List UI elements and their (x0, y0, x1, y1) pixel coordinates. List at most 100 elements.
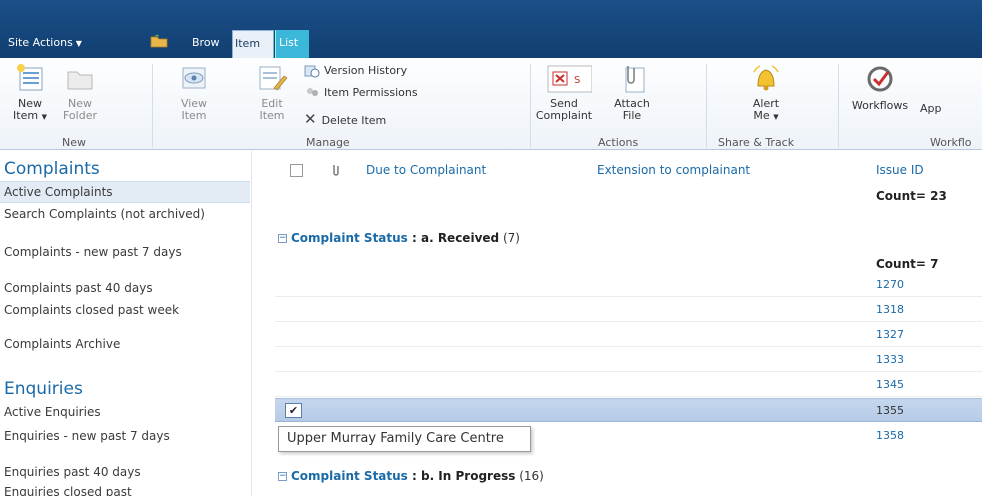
table-row[interactable]: 1345 (275, 373, 982, 397)
nav-item-complaints-archive[interactable]: Complaints Archive (0, 337, 250, 351)
workflows-icon (867, 66, 893, 92)
ribbon-separator (152, 64, 153, 148)
svg-text:S: S (574, 75, 580, 86)
group-label-workflows: Workflo (930, 136, 972, 149)
workflows-label: Workflows (851, 99, 909, 112)
column-header-due[interactable]: Due to Complainant (366, 163, 486, 177)
workflows-button[interactable]: Workflows (848, 62, 912, 112)
top-bar: Site Actions ▼ Brow Item List (0, 0, 982, 58)
new-folder-label-2: Folder (63, 109, 97, 122)
new-item-label-2: Item (13, 109, 39, 122)
hover-tooltip: Upper Murray Family Care Centre (278, 426, 531, 452)
group-value: a. Received (420, 231, 500, 245)
group-count-total: Count= 7 (876, 257, 939, 271)
column-header-extension[interactable]: Extension to complainant (597, 163, 750, 177)
total-count: Count= 23 (876, 189, 947, 203)
issue-id-link[interactable]: 1270 (876, 278, 904, 291)
item-permissions-button[interactable]: Item Permissions (304, 86, 418, 100)
site-actions-label: Site Actions (8, 36, 73, 49)
nav-item-search-complaints[interactable]: Search Complaints (not archived) (0, 207, 250, 221)
bell-icon (753, 65, 779, 91)
new-folder-button[interactable]: New Folder (58, 62, 102, 122)
edit-item-icon (259, 66, 288, 91)
version-history-icon (304, 65, 320, 78)
tab-item[interactable]: Item (232, 30, 274, 58)
group-label-new: New (62, 136, 86, 149)
approve-button[interactable]: App (920, 102, 942, 115)
table-row-selected[interactable]: ✔ 1355 (275, 398, 982, 422)
group-field-label: Complaint Status (291, 231, 408, 245)
nav-item-complaints-new-7-days[interactable]: Complaints - new past 7 days (0, 245, 250, 259)
group-value: b. In Progress (420, 469, 516, 483)
issue-id-link[interactable]: 1358 (876, 429, 904, 442)
new-folder-icon (67, 71, 93, 90)
delete-item-label: Delete Item (321, 114, 387, 127)
delete-x-icon: ✕ (304, 110, 317, 128)
chevron-down-icon: ▼ (75, 39, 82, 48)
nav-item-active-enquiries[interactable]: Active Enquiries (0, 405, 250, 419)
permissions-icon (307, 88, 318, 96)
column-header-issue-id[interactable]: Issue ID (876, 163, 924, 177)
tab-browse[interactable]: Brow (192, 36, 230, 49)
nav-heading-enquiries[interactable]: Enquiries (4, 379, 83, 399)
new-item-button[interactable]: New Item ▼ (10, 62, 50, 123)
row-checkbox-checked[interactable]: ✔ (285, 403, 302, 418)
collapse-icon[interactable]: − (278, 234, 287, 243)
table-row[interactable]: 1327 (275, 323, 982, 347)
issue-id-link[interactable]: 1355 (876, 404, 904, 417)
nav-item-enquiries-closed[interactable]: Enquiries closed past (0, 485, 250, 496)
nav-item-complaints-40-days[interactable]: Complaints past 40 days (0, 281, 250, 295)
tab-list[interactable]: List (275, 30, 309, 58)
ribbon-separator (838, 64, 839, 148)
chevron-down-icon: ▼ (773, 113, 779, 121)
ribbon-separator (706, 64, 707, 148)
group-separator: : (407, 469, 421, 483)
site-actions-menu[interactable]: Site Actions ▼ (8, 36, 82, 49)
group-label-actions: Actions (598, 136, 639, 149)
nav-item-enquiries-40-days[interactable]: Enquiries past 40 days (0, 465, 250, 479)
send-complaint-icon: S (547, 65, 592, 93)
list-view: Due to Complainant Extension to complain… (253, 151, 982, 496)
issue-id-link[interactable]: 1327 (876, 328, 904, 341)
issue-id-link[interactable]: 1345 (876, 378, 904, 391)
group-label-manage: Manage (306, 136, 350, 149)
table-row[interactable]: 1333 (275, 348, 982, 372)
group-count: (16) (519, 469, 544, 483)
send-complaint-label-2: Complaint (535, 109, 593, 122)
left-navigation: Complaints Active Complaints Search Comp… (0, 151, 252, 496)
new-item-icon (17, 64, 43, 91)
group-field-label: Complaint Status (291, 469, 408, 483)
table-row[interactable]: 1270 (275, 273, 982, 297)
view-item-icon (182, 67, 206, 89)
collapse-icon[interactable]: − (278, 472, 287, 481)
issue-id-link[interactable]: 1333 (876, 353, 904, 366)
nav-item-active-complaints[interactable]: Active Complaints (0, 181, 250, 203)
ribbon: New Item ▼ New Folder View Item Edit Ite… (0, 58, 982, 150)
version-history-button[interactable]: Version History (304, 64, 407, 78)
group-header-in-progress[interactable]: − Complaint Status : b. In Progress (16) (278, 469, 544, 483)
table-row[interactable]: 1318 (275, 298, 982, 322)
group-count: (7) (502, 231, 520, 245)
alert-me-button[interactable]: Alert Me ▼ (742, 62, 790, 123)
issue-id-link[interactable]: 1318 (876, 303, 904, 316)
nav-heading-complaints[interactable]: Complaints (4, 159, 100, 179)
view-item-label-2: Item (181, 109, 207, 122)
version-history-label: Version History (324, 64, 408, 77)
chevron-down-icon: ▼ (41, 113, 47, 121)
attach-file-button[interactable]: Attach File (608, 62, 656, 122)
item-permissions-label: Item Permissions (324, 86, 418, 99)
paperclip-icon (625, 66, 645, 93)
edit-item-button[interactable]: Edit Item (254, 62, 290, 122)
select-all-checkbox[interactable] (290, 164, 303, 177)
edit-item-label-2: Item (259, 109, 285, 122)
view-item-button[interactable]: View Item (170, 62, 218, 122)
delete-item-button[interactable]: ✕ Delete Item (304, 110, 386, 128)
send-complaint-button[interactable]: S Send Complaint (526, 62, 602, 122)
alert-me-label-2: Me (753, 109, 770, 122)
nav-item-enquiries-new-7-days[interactable]: Enquiries - new past 7 days (0, 429, 250, 443)
folder-navigate-icon[interactable] (150, 34, 168, 48)
group-separator: : (407, 231, 421, 245)
nav-item-complaints-closed-week[interactable]: Complaints closed past week (0, 303, 250, 317)
group-label-share-track: Share & Track (718, 136, 795, 149)
group-header-received[interactable]: − Complaint Status : a. Received (7) (278, 231, 520, 245)
